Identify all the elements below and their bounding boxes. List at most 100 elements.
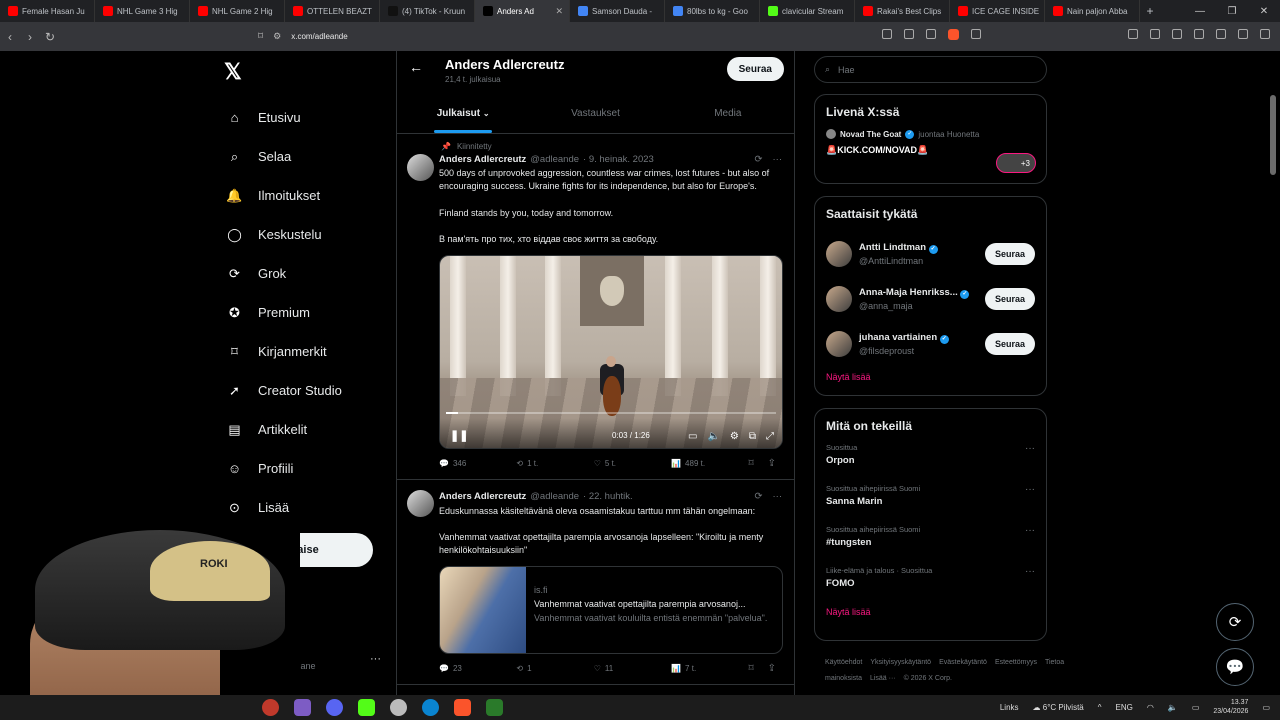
media-icon[interactable] [1150,29,1160,39]
messages-fab-icon[interactable]: 💬 [1216,648,1254,686]
more-icon[interactable]: ··· [1025,484,1035,495]
nav-item-bookmark[interactable]: ⌑ Kirjanmerkit [226,332,342,371]
close-icon[interactable]: ✕ [1248,6,1280,17]
tweet-date[interactable]: · 22. huhtik. [583,491,633,502]
x-logo-icon[interactable]: 𝕏 [224,59,242,85]
nav-item-user[interactable]: ☺ Profiili [226,449,342,488]
volume-icon[interactable]: 🔈 [1168,703,1178,712]
bookmark-icon[interactable]: ⌑ [748,663,753,674]
grok-fab-icon[interactable]: ⟳ [1216,603,1254,641]
edge-icon[interactable] [422,699,439,716]
tweet-pinned[interactable]: 📌 Kiinnitetty Anders Adlercreutz @adleand… [397,134,794,480]
battery-icon[interactable]: ▭ [1192,703,1200,712]
nav-item-rocket[interactable]: ➚ Creator Studio [226,371,342,410]
maximize-icon[interactable]: ❐ [1216,6,1248,17]
link-card[interactable]: is.fi Vanhemmat vaativat opettajilta par… [439,565,783,654]
tweet-handle[interactable]: @adleande [530,491,579,502]
follow-button[interactable]: Seuraa [984,332,1035,355]
leo-icon[interactable] [1216,29,1226,39]
site-info-icon[interactable]: ⚙ [273,31,281,42]
more-icon[interactable]: ··· [773,154,783,165]
translate-icon[interactable] [882,29,892,39]
live-host-row[interactable]: Novad The Goat ✓ juontaa Huonetta [826,129,1035,139]
views-button[interactable]: 📊 7 t. [671,664,748,673]
forward-icon[interactable]: › [20,30,40,44]
tweet-author[interactable]: Anders Adlercreutz [439,491,526,502]
tab-close-icon[interactable]: ✕ [555,6,563,17]
tab-replies[interactable]: Vastaukset [529,94,661,133]
nav-item-premium[interactable]: ✪ Premium [226,293,342,332]
trend-item[interactable]: Suosittua aihepiirissä Suomi #tungsten ··· [826,525,1035,566]
tweet-handle[interactable]: @adleande [530,154,579,165]
bookmark-icon[interactable]: ⌑ [748,458,753,469]
footer-link[interactable]: Esteettömyys [995,659,1037,666]
avatar[interactable] [407,489,434,517]
account-more-icon[interactable]: ··· [370,653,381,665]
minimize-icon[interactable]: — [1184,6,1216,17]
repost-button[interactable]: ⟲ 1 [516,664,593,673]
kick-icon[interactable] [358,699,375,716]
live-listeners[interactable]: +3 [996,153,1036,173]
show-more-link[interactable]: Näytä lisää [826,607,1035,617]
repost-button[interactable]: ⟲ 1 t. [516,459,593,468]
browser-tab[interactable]: Anders Ad ✕ [475,0,570,22]
menu-icon[interactable] [1260,29,1270,39]
tweet[interactable]: Anders Adlercreutz @adleande · 22. huhti… [397,480,794,685]
browser-tab[interactable]: Female Hasan Ju [0,0,95,22]
back-arrow-icon[interactable]: ← [409,59,423,75]
browser-tab[interactable]: NHL Game 2 Hig [190,0,285,22]
nav-item-search[interactable]: ⌕ Selaa [226,137,342,176]
scrollbar[interactable] [1270,95,1276,175]
share-icon[interactable]: ⇪ [768,663,776,674]
reply-button[interactable]: 💬 346 [439,459,516,468]
share-icon[interactable] [926,29,936,39]
rewards-icon[interactable] [971,29,981,39]
avatar[interactable] [407,154,434,181]
views-button[interactable]: 📊 489 t. [671,459,748,468]
footer-link[interactable]: Lisää ··· [870,675,896,682]
follow-button[interactable]: Seuraa [984,242,1035,265]
more-icon[interactable]: ··· [1025,443,1035,454]
reply-button[interactable]: 💬 23 [439,664,516,673]
discord-icon[interactable] [326,699,343,716]
nav-item-home[interactable]: ⌂ Etusivu [226,98,342,137]
browser-tab[interactable]: Rakai's Best Clips [855,0,950,22]
video-progress[interactable] [446,411,776,414]
tab-posts[interactable]: Julkaisut ⌄ [397,94,529,133]
tab-media[interactable]: Media [662,94,794,133]
suggested-account[interactable]: Anna-Maja Henrikss... ✓ @anna_maja Seuraa [826,276,1035,321]
footer-link[interactable]: © 2026 X Corp. [904,675,952,682]
more-icon[interactable]: ··· [773,491,783,502]
follow-button[interactable]: Seuraa [726,57,784,81]
back-icon[interactable]: ‹ [0,30,20,44]
cast-icon[interactable] [904,29,914,39]
browser-tab[interactable]: OTTELEN BEAZT [285,0,380,22]
footer-link[interactable]: Käyttöehdot [825,659,862,666]
tweet-date[interactable]: · 9. heinak. 2023 [583,154,654,165]
footer-link[interactable]: Yksityisyyskäytäntö [870,659,931,666]
language-indicator[interactable]: ENG [1116,703,1133,712]
pip-icon[interactable]: ⧉ [749,431,756,442]
bookmark-icon[interactable]: ⌑ [258,31,263,42]
browser-tab[interactable]: Nain paljon Abba [1045,0,1140,22]
suggested-account[interactable]: juhana vartiainen ✓ @filsdeproust Seuraa [826,321,1035,366]
wallet-icon[interactable] [1194,29,1204,39]
footer-link[interactable]: Evästekäytäntö [939,659,987,666]
reload-icon[interactable]: ↻ [40,30,60,44]
app-icon[interactable] [390,699,407,716]
notifications-icon[interactable]: ▭ [1262,703,1270,712]
browser-tab[interactable]: ICE CAGE INSIDE [950,0,1045,22]
search-input[interactable]: ⌕ Hae [814,56,1047,83]
sidebar-icon[interactable] [1172,29,1182,39]
tweet-author[interactable]: Anders Adlercreutz [439,154,526,165]
pause-icon[interactable]: ❚❚ [450,429,468,442]
suggested-account[interactable]: Antti Lindtman ✓ @AnttiLindtman Seuraa [826,231,1035,276]
show-more-link[interactable]: Näytä lisää [826,372,1035,382]
trend-item[interactable]: Suosittua aihepiirissä Suomi Sanna Marin ·… [826,484,1035,525]
app-icon[interactable] [262,699,279,716]
wifi-icon[interactable]: ◠ [1147,703,1154,712]
share-icon[interactable]: ⇪ [768,458,776,469]
like-button[interactable]: ♡ 11 [594,664,671,673]
nav-item-article[interactable]: ▤ Artikkelit [226,410,342,449]
fullscreen-icon[interactable]: ⤢ [766,431,774,442]
